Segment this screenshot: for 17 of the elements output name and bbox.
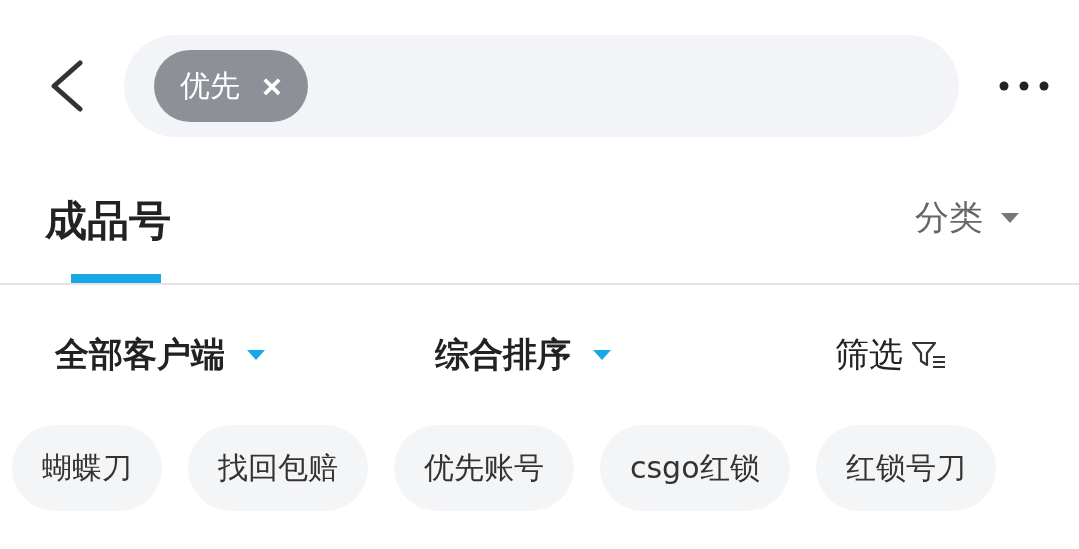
dropdown[interactable]: 综合排序 — [435, 332, 835, 378]
chip-label: 优先 — [180, 66, 240, 105]
back-icon[interactable] — [48, 60, 84, 112]
filter-icon — [911, 340, 947, 370]
tag-chip[interactable]: 蝴蝶刀 — [12, 425, 162, 511]
tag-chip[interactable]: csgo红锁 — [600, 425, 790, 511]
caret-icon — [1001, 213, 1019, 223]
filter-button[interactable]: 筛选 — [835, 332, 1079, 378]
tag-chip[interactable]: 找回包赔 — [188, 425, 368, 511]
tag-chip[interactable]: 红锁号刀 — [815, 425, 996, 511]
caret-icon — [593, 350, 611, 360]
caret-icon — [247, 350, 265, 360]
tab[interactable]: 成品号 — [45, 193, 171, 283]
dropdown[interactable]: 全部客户端 — [55, 332, 435, 378]
tag-chip[interactable]: 优先账号 — [394, 425, 574, 511]
category-dropdown[interactable]: 分类 — [915, 195, 1019, 283]
more-icon[interactable] — [999, 81, 1049, 91]
